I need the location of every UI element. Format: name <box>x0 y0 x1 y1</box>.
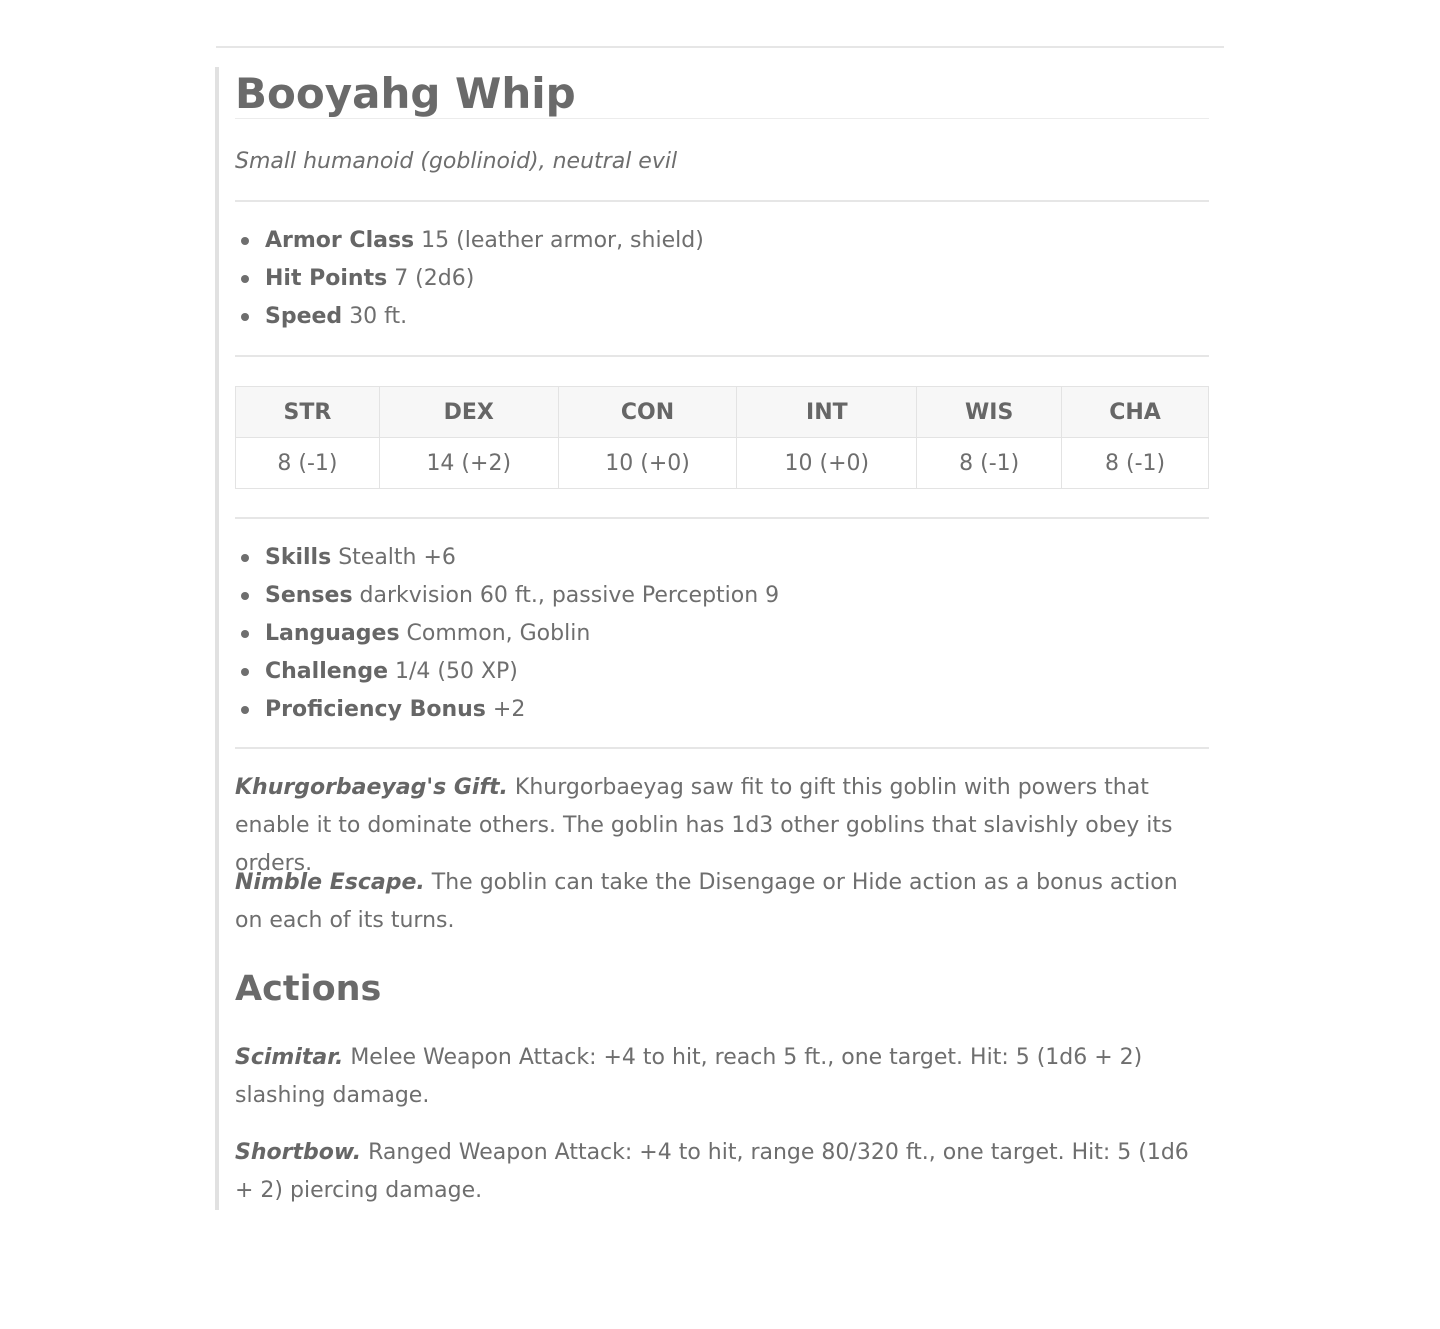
ability-header-int: INT <box>736 386 918 438</box>
stat-value: 7 (2d6) <box>394 266 475 291</box>
stat-skills: Skills Stealth +6 <box>235 539 779 577</box>
stat-value: darkvision 60 ft., passive Perception 9 <box>359 583 780 608</box>
secondary-stats-list: Skills Stealth +6 Senses darkvision 60 f… <box>235 539 779 729</box>
action-scimitar: Scimitar. Melee Weapon Attack: +4 to hit… <box>235 1039 1209 1115</box>
stat-label: Senses <box>265 583 353 608</box>
bullet-icon <box>241 668 249 676</box>
stat-value: 30 ft. <box>349 304 408 329</box>
ability-header-wis: WIS <box>916 386 1063 438</box>
actions-heading: Actions <box>235 969 382 1009</box>
stat-hit-points: Hit Points 7 (2d6) <box>235 260 704 298</box>
stat-armor-class: Armor Class 15 (leather armor, shield) <box>235 222 704 260</box>
bullet-icon <box>241 275 249 283</box>
stat-speed: Speed 30 ft. <box>235 298 704 336</box>
ability-value-str: 8 (-1) <box>235 437 380 489</box>
bullet-icon <box>241 554 249 562</box>
stat-label: Challenge <box>265 659 388 684</box>
monster-type-line: Small humanoid (goblinoid), neutral evil <box>235 149 678 174</box>
bullet-icon <box>241 313 249 321</box>
core-stats-list: Armor Class 15 (leather armor, shield) H… <box>235 222 704 336</box>
trait-name: Nimble Escape. <box>235 870 425 895</box>
stat-value: 1/4 (50 XP) <box>395 659 518 684</box>
monster-name: Booyahg Whip <box>235 69 576 118</box>
bullet-icon <box>241 592 249 600</box>
ability-value-int: 10 (+0) <box>736 437 918 489</box>
divider-4 <box>235 747 1209 749</box>
action-name: Shortbow. <box>235 1140 362 1165</box>
bullet-icon <box>241 706 249 714</box>
ability-header-con: CON <box>557 386 738 438</box>
divider-3 <box>235 517 1209 519</box>
ability-header-str: STR <box>235 386 380 438</box>
stat-value: Stealth +6 <box>338 545 456 570</box>
stat-challenge: Challenge 1/4 (50 XP) <box>235 653 779 691</box>
stat-label: Skills <box>265 545 332 570</box>
action-text: Melee Weapon Attack: +4 to hit, reach 5 … <box>235 1045 1143 1108</box>
stat-value: Common, Goblin <box>406 621 591 646</box>
ability-value-wis: 8 (-1) <box>916 437 1063 489</box>
stat-value: +2 <box>492 697 526 722</box>
ability-header-cha: CHA <box>1061 386 1209 438</box>
stat-languages: Languages Common, Goblin <box>235 615 779 653</box>
stat-label: Hit Points <box>265 266 388 291</box>
action-text: Ranged Weapon Attack: +4 to hit, range 8… <box>235 1140 1189 1203</box>
bullet-icon <box>241 630 249 638</box>
stat-block: Booyahg Whip Small humanoid (goblinoid),… <box>215 67 1209 1210</box>
trait-nimble-escape: Nimble Escape. The goblin can take the D… <box>235 864 1209 940</box>
stat-label: Languages <box>265 621 400 646</box>
stat-value: 15 (leather armor, shield) <box>421 228 704 253</box>
ability-header-row: STR DEX CON INT WIS CHA <box>235 386 1209 438</box>
title-underline <box>235 118 1209 119</box>
ability-header-dex: DEX <box>378 386 559 438</box>
action-name: Scimitar. <box>235 1045 344 1070</box>
ability-value-con: 10 (+0) <box>557 437 738 489</box>
divider-2 <box>235 355 1209 357</box>
trait-name: Khurgorbaeyag's Gift. <box>235 775 508 800</box>
stat-label: Armor Class <box>265 228 415 253</box>
ability-scores-table: STR DEX CON INT WIS CHA 8 (-1) 14 (+2) 1… <box>235 386 1209 489</box>
stat-senses: Senses darkvision 60 ft., passive Percep… <box>235 577 779 615</box>
top-divider <box>216 46 1224 48</box>
action-shortbow: Shortbow. Ranged Weapon Attack: +4 to hi… <box>235 1134 1209 1210</box>
page: Booyahg Whip Small humanoid (goblinoid),… <box>0 0 1440 1329</box>
ability-value-dex: 14 (+2) <box>378 437 559 489</box>
ability-value-row: 8 (-1) 14 (+2) 10 (+0) 10 (+0) 8 (-1) 8 … <box>235 437 1209 489</box>
stat-label: Proficiency Bonus <box>265 697 486 722</box>
ability-value-cha: 8 (-1) <box>1061 437 1209 489</box>
stat-label: Speed <box>265 304 343 329</box>
divider-1 <box>235 200 1209 202</box>
stat-proficiency-bonus: Proficiency Bonus +2 <box>235 691 779 729</box>
bullet-icon <box>241 237 249 245</box>
